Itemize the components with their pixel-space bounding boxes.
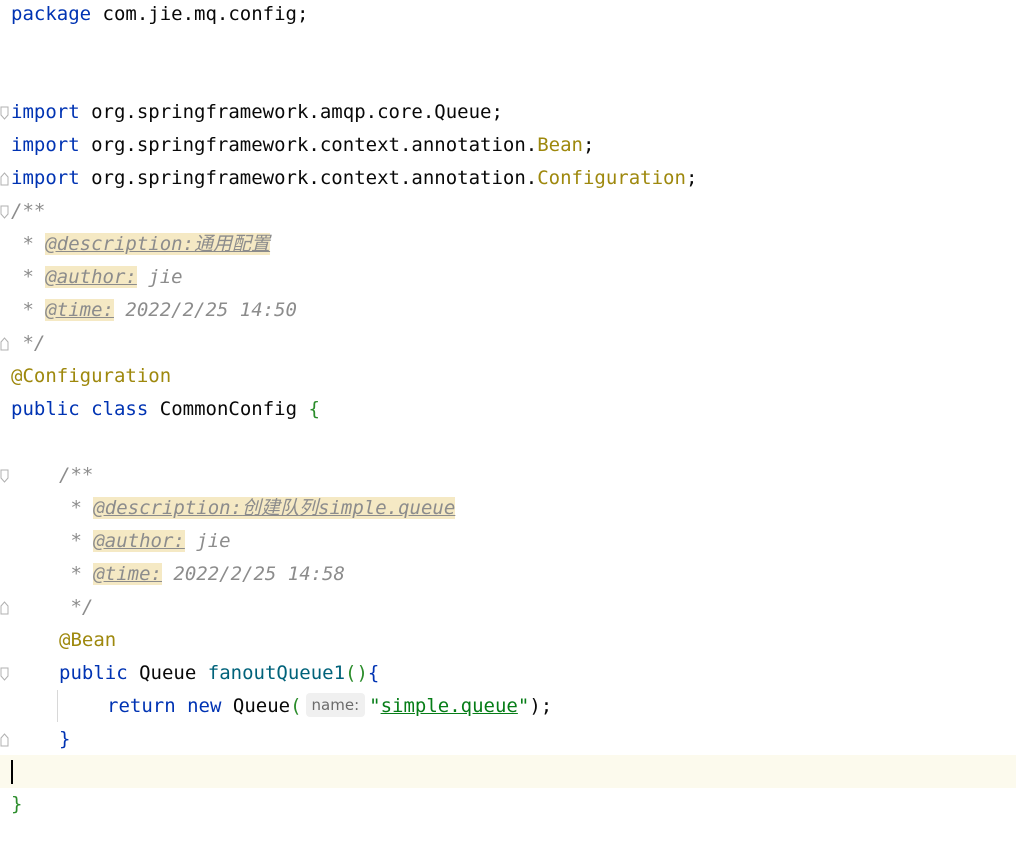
constructor-type: Queue [232,695,291,717]
doc-comment-open: /** [11,200,46,222]
fold-marker-icon[interactable] [0,733,9,747]
doc-comment-open: /** [59,464,94,486]
code-line-class-close[interactable]: } [0,788,1016,821]
fold-marker-icon[interactable] [0,205,9,219]
code-line-method-doc-time[interactable]: * @time: 2022/2/25 14:58 [0,558,1016,591]
class-name: CommonConfig [159,398,298,420]
import-path: org.springframework.context.annotation. [91,167,538,189]
doc-tag-description: @description: [45,233,195,255]
code-line-method-annotation[interactable]: @Bean [0,624,1016,657]
code-line-class-doc-time[interactable]: * @time: 2022/2/25 14:50 [0,294,1016,327]
public-keyword: public [11,398,80,420]
code-line-class-doc-open[interactable]: /** [0,195,1016,228]
import-class: Configuration [537,167,686,189]
doc-time-text: 2022/2/25 14:58 [161,563,345,585]
doc-tag-time: @time: [45,299,114,321]
fold-marker-icon[interactable] [0,469,9,483]
string-literal: simple.queue [380,695,518,717]
package-name: com.jie.mq.config [102,3,297,25]
parameter-name-hint: name: [305,693,366,717]
configuration-annotation: @Configuration [11,365,172,387]
doc-comment-close: */ [11,332,46,354]
method-open-brace: { [367,662,380,684]
bean-annotation: @Bean [59,629,117,651]
code-line-import-configuration[interactable]: import org.springframework.context.annot… [0,162,1016,195]
code-line-return-statement[interactable]: return new Queue(name: "simple.queue"); [0,690,1016,723]
doc-tag-author: @author: [93,530,185,552]
doc-tag-author: @author: [45,266,137,288]
class-open-brace: { [308,398,320,420]
method-name: fanoutQueue1 [207,662,346,684]
code-line-method-close[interactable]: } [0,723,1016,756]
import-keyword: import [11,167,80,189]
code-line-class-doc-close[interactable]: */ [0,327,1016,360]
code-line-method-doc-open[interactable]: /** [0,459,1016,492]
fold-marker-icon[interactable] [0,337,9,351]
new-keyword: new [187,695,222,717]
class-keyword: class [91,398,149,420]
public-keyword: public [59,662,128,684]
import-path: org.springframework.amqp.core. [91,101,435,123]
doc-author-text: jie [184,530,231,552]
doc-description-text: 创建队列simple.queue [242,497,456,519]
return-keyword: return [107,695,176,717]
doc-time-text: 2022/2/25 14:50 [113,299,297,321]
import-keyword: import [11,134,80,156]
method-close-brace: } [59,728,71,750]
return-type: Queue [139,662,197,684]
code-line-class-annotation[interactable]: @Configuration [0,360,1016,393]
code-line-method-declaration[interactable]: public Queue fanoutQueue1(){ [0,657,1016,690]
doc-description-text: 通用配置 [194,233,271,255]
code-line-class-doc-author[interactable]: * @author: jie [0,261,1016,294]
code-line-class-doc-description[interactable]: * @description:通用配置 [0,228,1016,261]
doc-author-text: jie [136,266,183,288]
fold-marker-icon[interactable] [0,601,9,615]
fold-marker-icon[interactable] [0,106,9,120]
doc-tag-description: @description: [93,497,243,519]
import-path: org.springframework.context.annotation. [91,134,538,156]
package-keyword: package [11,3,92,25]
import-class: Bean [537,134,583,156]
code-line-method-doc-close[interactable]: */ [0,591,1016,624]
text-caret [11,760,13,784]
fold-marker-icon[interactable] [0,667,9,681]
fold-marker-icon[interactable] [0,172,9,186]
code-line-method-doc-author[interactable]: * @author: jie [0,525,1016,558]
import-keyword: import [11,101,80,123]
code-line-current[interactable] [0,755,1016,788]
class-close-brace: } [11,793,23,815]
code-line-package[interactable]: package com.jie.mq.config; [0,0,1016,31]
import-class: Queue [434,101,492,123]
code-line-import-bean[interactable]: import org.springframework.context.annot… [0,129,1016,162]
doc-tag-time: @time: [93,563,162,585]
code-line-import-queue[interactable]: import org.springframework.amqp.core.Que… [0,96,1016,129]
doc-comment-close: */ [59,596,94,618]
code-line-method-doc-description[interactable]: * @description:创建队列simple.queue [0,492,1016,525]
code-line-class-declaration[interactable]: public class CommonConfig { [0,393,1016,426]
